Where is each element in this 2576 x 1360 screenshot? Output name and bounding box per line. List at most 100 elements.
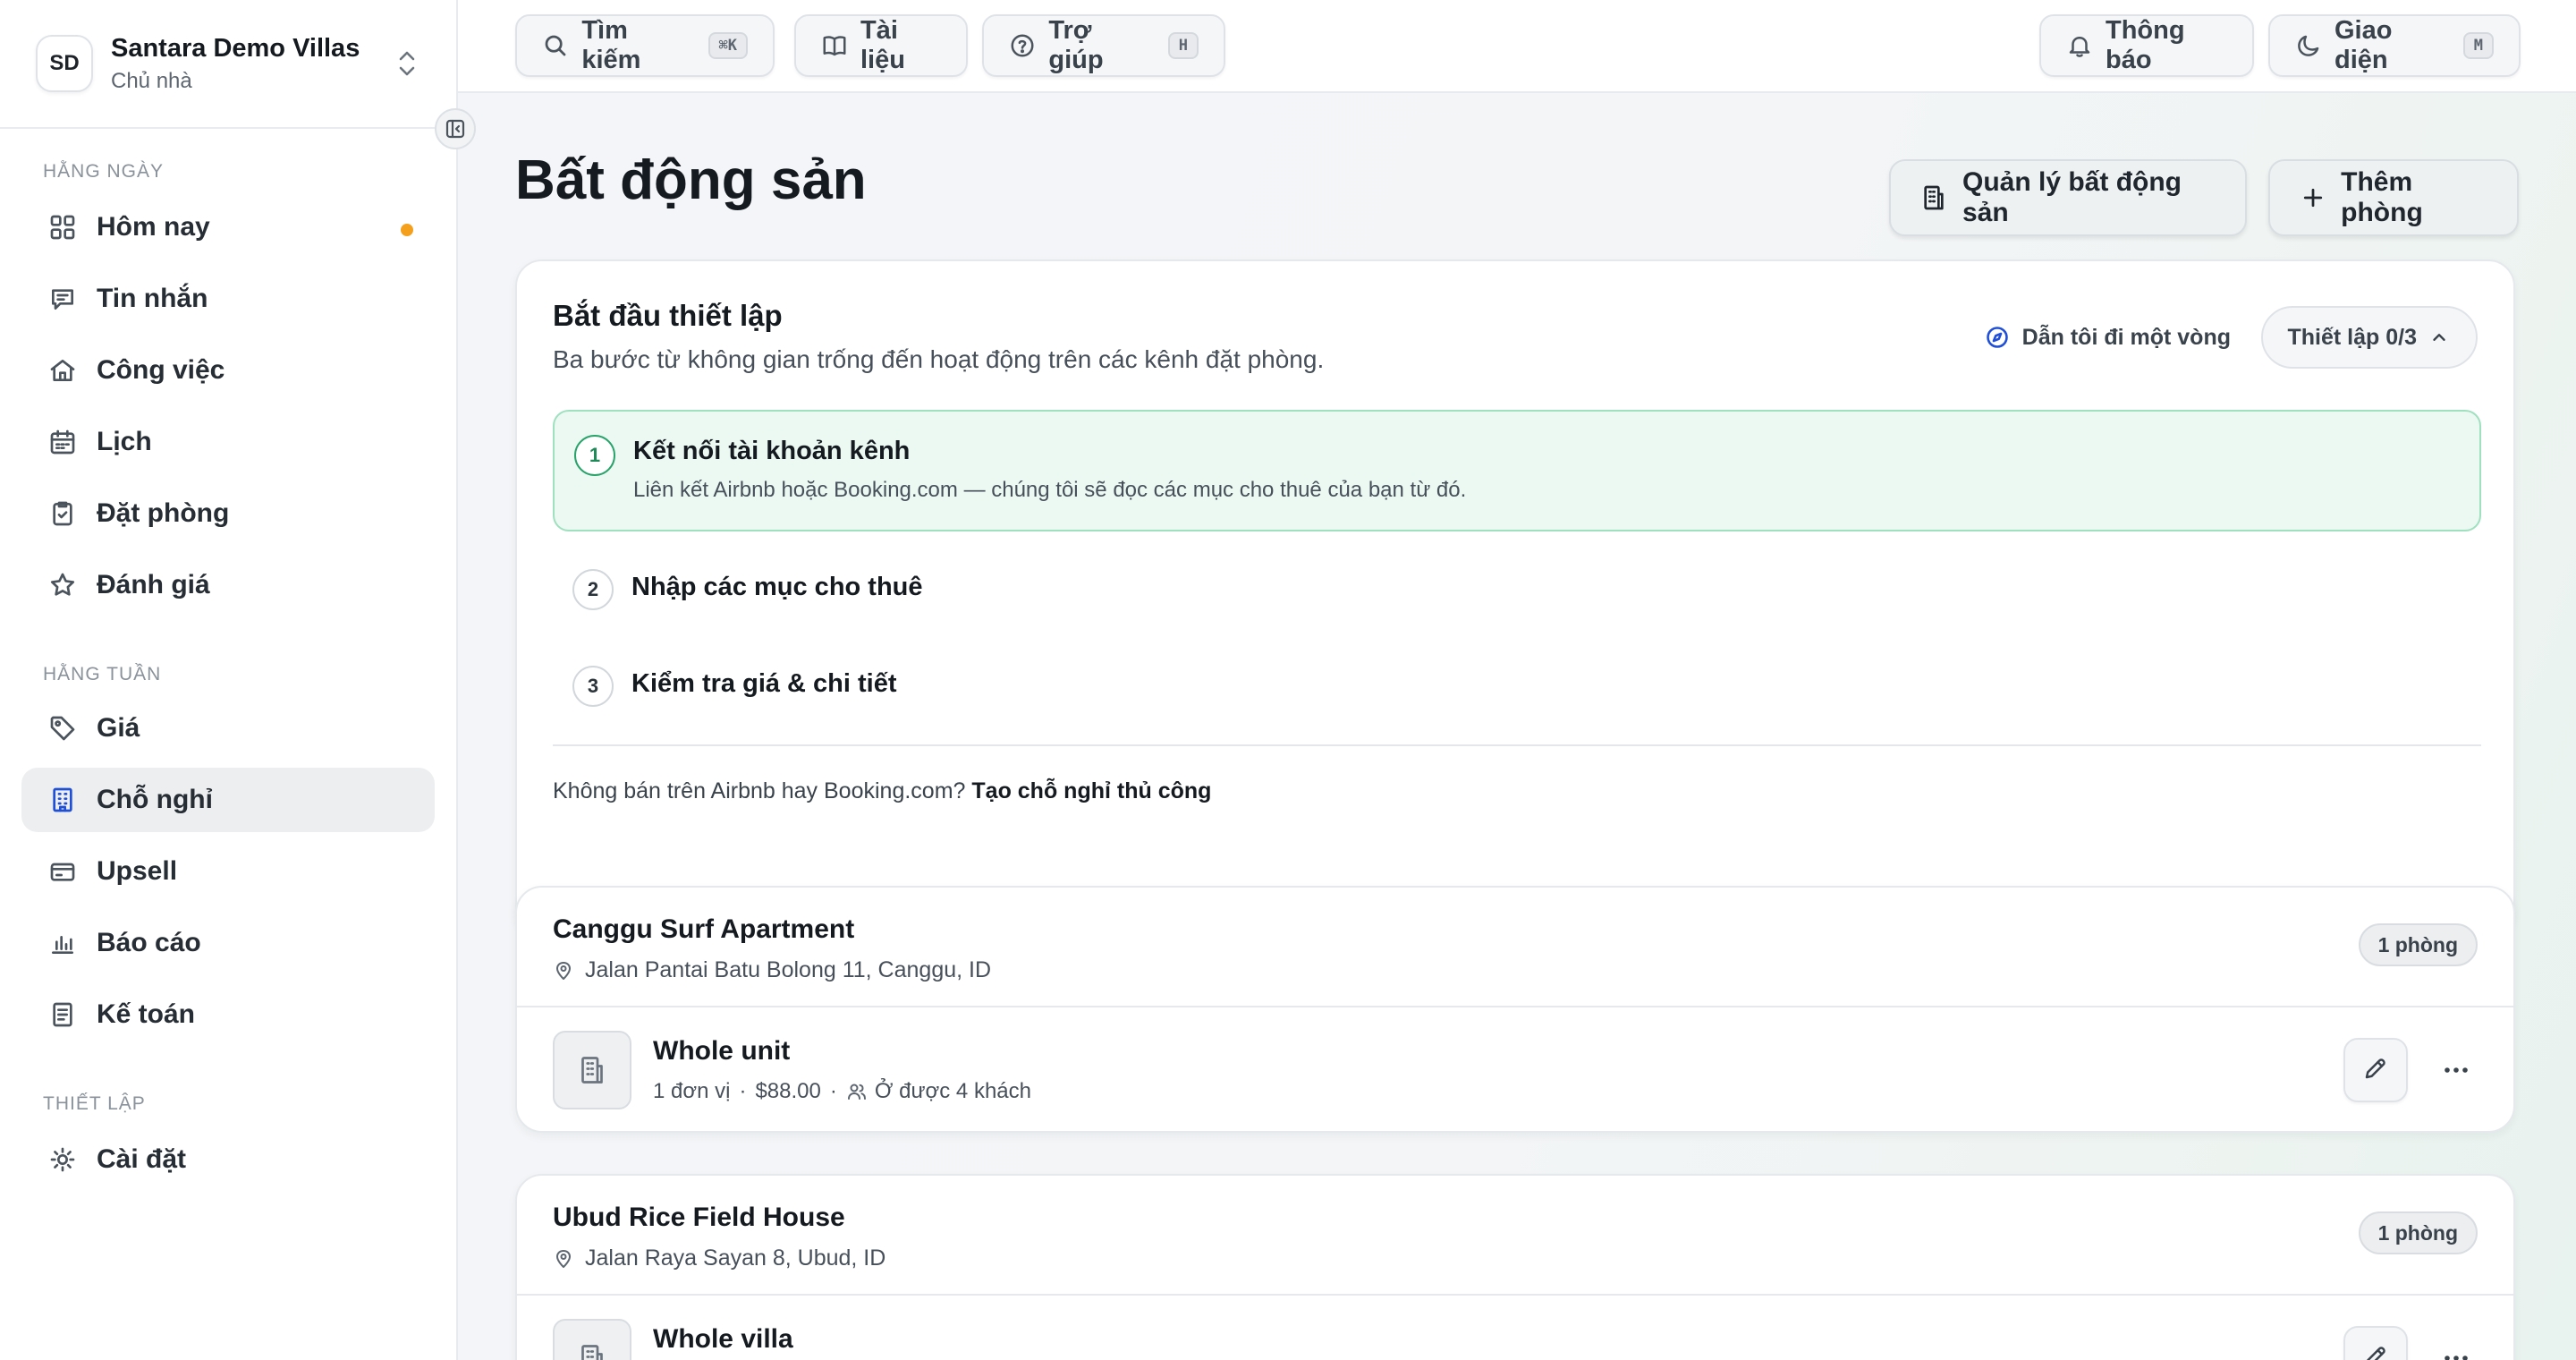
docs-button[interactable]: Tài liệu <box>794 14 968 77</box>
step-title: Kiểm tra giá & chi tiết <box>631 669 897 698</box>
plus-icon <box>2299 183 2326 213</box>
page-title: Bất động sản <box>515 149 867 211</box>
property-name: Canggu Surf Apartment <box>553 914 855 944</box>
step-description: Liên kết Airbnb hoặc Booking.com — chúng… <box>633 478 1467 502</box>
unit-row[interactable]: Whole villa <box>517 1296 2513 1360</box>
manage-properties-label: Quản lý bất động sản <box>1962 167 2182 227</box>
search-label: Tìm kiếm <box>581 16 641 74</box>
pencil-icon <box>2362 1055 2389 1086</box>
help-shortcut: H <box>1167 32 1199 59</box>
tag-icon <box>47 712 79 744</box>
message-icon <box>47 283 79 315</box>
sidebar-item-today[interactable]: Hôm nay <box>21 195 435 259</box>
step-number: 2 <box>572 569 614 610</box>
sidebar-item-pricing[interactable]: Giá <box>21 696 435 761</box>
sidebar-item-label: Đặt phòng <box>97 498 230 528</box>
sidebar-item-settings[interactable]: Cài đặt <box>21 1127 435 1192</box>
chevron-up-down-icon[interactable] <box>394 46 420 81</box>
edit-unit-button[interactable] <box>2343 1326 2408 1360</box>
sidebar-item-upsell[interactable]: Upsell <box>21 839 435 904</box>
sidebar: SD Santara Demo Villas Chủ nhà HẰNG NGÀY… <box>0 0 476 1360</box>
step-title: Nhập các mục cho thuê <box>631 573 923 601</box>
theme-button[interactable]: Giao diện M <box>2268 14 2521 77</box>
property-header[interactable]: Ubud Rice Field House Jalan Raya Sayan 8… <box>517 1176 2513 1296</box>
notifications-button[interactable]: Thông báo <box>2039 14 2254 77</box>
setup-step-1[interactable]: 1 Kết nối tài khoản kênh Liên kết Airbnb… <box>553 410 2481 531</box>
sidebar-item-label: Hôm nay <box>97 212 210 242</box>
sidebar-item-reviews[interactable]: Đánh giá <box>21 553 435 617</box>
room-count-badge: 1 phòng <box>2358 923 2478 966</box>
sidebar-item-properties[interactable]: Chỗ nghỉ <box>21 768 435 832</box>
room-count-badge: 1 phòng <box>2358 1211 2478 1254</box>
sidebar-item-messages[interactable]: Tin nhắn <box>21 267 435 331</box>
sidebar-item-reports[interactable]: Báo cáo <box>21 911 435 975</box>
sidebar-item-label: Báo cáo <box>97 928 201 957</box>
more-options-icon[interactable] <box>2436 1339 2476 1360</box>
sidebar-item-label: Giá <box>97 713 140 743</box>
compass-icon <box>1985 324 2012 351</box>
building-icon <box>553 1319 631 1360</box>
manage-properties-button[interactable]: Quản lý bất động sản <box>1889 159 2247 236</box>
card-icon <box>47 855 79 888</box>
calendar-icon <box>47 426 79 458</box>
main-content: Bất động sản Quản lý bất động sản Thêm p… <box>458 93 2576 1360</box>
setup-progress-toggle[interactable]: Thiết lập 0/3 <box>2260 306 2478 369</box>
sidebar-item-label: Lịch <box>97 427 152 456</box>
unit-name: Whole villa <box>653 1324 793 1354</box>
edit-unit-button[interactable] <box>2343 1038 2408 1102</box>
search-button[interactable]: Tìm kiếm ⌘K <box>515 14 775 77</box>
property-address: Jalan Pantai Batu Bolong 11, Canggu, ID <box>553 957 991 983</box>
chevron-up-icon <box>2429 327 2451 348</box>
sidebar-collapse-icon[interactable] <box>435 108 476 149</box>
property-card: Canggu Surf Apartment Jalan Pantai Batu … <box>515 886 2515 1133</box>
tour-label: Dẫn tôi đi một vòng <box>2021 324 2231 350</box>
org-switcher[interactable]: SD Santara Demo Villas Chủ nhà <box>0 0 456 129</box>
property-name: Ubud Rice Field House <box>553 1203 845 1232</box>
org-role: Chủ nhà <box>111 68 192 93</box>
unit-row[interactable]: Whole unit 1 đơn vị · $88.00 · Ở được 4 … <box>517 1007 2513 1131</box>
sidebar-item-tasks[interactable]: Công việc <box>21 338 435 403</box>
org-avatar: SD <box>36 35 93 92</box>
property-address-text: Jalan Pantai Batu Bolong 11, Canggu, ID <box>585 957 992 982</box>
bell-icon <box>2066 31 2093 60</box>
unit-price: $88.00 <box>755 1079 821 1103</box>
building-icon <box>47 784 79 816</box>
sidebar-item-bookings[interactable]: Đặt phòng <box>21 481 435 546</box>
setup-step-2[interactable]: 2 Nhập các mục cho thuê <box>553 549 2481 630</box>
more-options-icon[interactable] <box>2436 1050 2476 1090</box>
sidebar-item-calendar[interactable]: Lịch <box>21 410 435 474</box>
setup-step-3[interactable]: 3 Kiểm tra giá & chi tiết <box>553 646 2481 727</box>
star-icon <box>47 569 79 601</box>
help-circle-icon <box>1009 31 1036 60</box>
notifications-label: Thông báo <box>2106 16 2185 74</box>
notification-dot <box>401 224 413 236</box>
divider <box>553 744 2481 746</box>
step-number: 1 <box>574 435 615 476</box>
building-icon <box>1919 183 1948 213</box>
sidebar-item-accounting[interactable]: Kế toán <box>21 982 435 1047</box>
org-name: Santara Demo Villas <box>111 33 360 63</box>
section-label-setup: THIẾT LẬP <box>43 1093 146 1114</box>
property-header[interactable]: Canggu Surf Apartment Jalan Pantai Batu … <box>517 888 2513 1007</box>
docs-label: Tài liệu <box>860 16 905 74</box>
sidebar-item-label: Công việc <box>97 355 225 385</box>
tour-link[interactable]: Dẫn tôi đi một vòng <box>1985 324 2231 351</box>
section-label-weekly: HẰNG TUẦN <box>43 664 162 684</box>
step-number: 3 <box>572 666 614 707</box>
property-card: Ubud Rice Field House Jalan Raya Sayan 8… <box>515 1174 2515 1360</box>
theme-shortcut: M <box>2462 32 2494 59</box>
add-room-button[interactable]: Thêm phòng <box>2268 159 2519 236</box>
create-manual-property-link[interactable]: Tạo chỗ nghỉ thủ công <box>971 778 1211 803</box>
help-button[interactable]: Trợ giúp H <box>982 14 1225 77</box>
theme-label: Giao diện <box>2334 16 2393 74</box>
unit-count: 1 đơn vị <box>653 1079 731 1103</box>
setup-card: Bắt đầu thiết lập Ba bước từ không gian … <box>515 259 2515 936</box>
map-pin-icon <box>553 959 576 982</box>
sidebar-item-label: Đánh giá <box>97 570 210 599</box>
property-address: Jalan Raya Sayan 8, Ubud, ID <box>553 1245 886 1271</box>
unit-meta: 1 đơn vị · $88.00 · Ở được 4 khách <box>653 1079 1031 1103</box>
ledger-icon <box>47 999 79 1031</box>
sidebar-item-label: Chỗ nghỉ <box>97 785 213 814</box>
add-room-label: Thêm phòng <box>2341 167 2423 227</box>
dashboard-icon <box>47 211 79 243</box>
